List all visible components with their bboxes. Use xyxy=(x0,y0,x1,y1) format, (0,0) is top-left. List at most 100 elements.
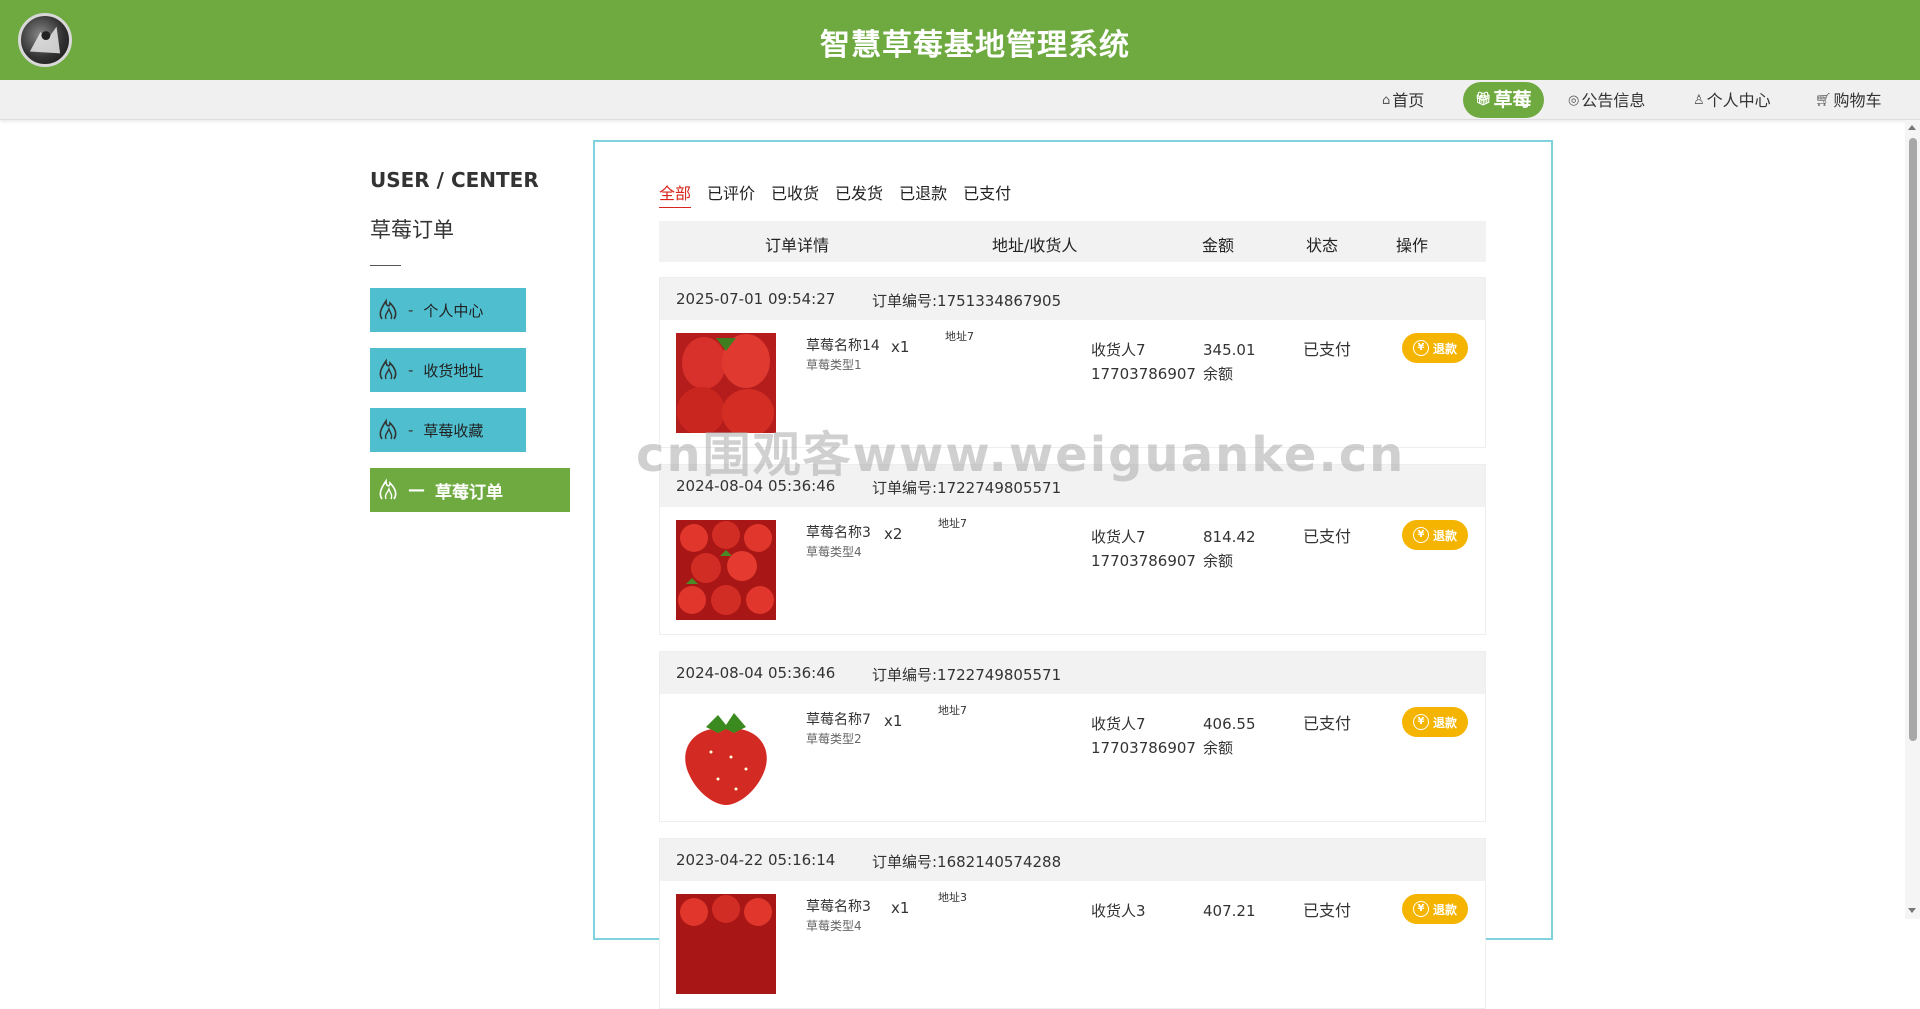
nav-notice[interactable]: ◎ 公告信息 xyxy=(1568,88,1645,114)
column-header: 金额 xyxy=(1202,236,1235,255)
refund-label: 退款 xyxy=(1432,528,1457,543)
user-center-heading: USER / CENTER xyxy=(370,168,539,192)
nav-user-center[interactable]: ♙ 个人中心 xyxy=(1693,88,1771,114)
amount-value: 406.55 xyxy=(1203,715,1256,733)
sidebar-dash: — xyxy=(408,480,425,500)
sidebar-dash: - xyxy=(408,301,414,319)
product-type: 草莓类型1 xyxy=(806,358,862,372)
column-header: 操作 xyxy=(1396,236,1429,255)
refund-button[interactable]: ¥ 退款 xyxy=(1402,520,1468,550)
order-address: 地址3 xyxy=(938,891,967,904)
order-status: 已支付 xyxy=(1303,527,1352,546)
refund-button[interactable]: ¥ 退款 xyxy=(1402,894,1468,924)
refund-button[interactable]: ¥ 退款 xyxy=(1402,707,1468,737)
yen-icon: ¥ xyxy=(1412,340,1429,356)
tab-paid[interactable]: 已支付 xyxy=(963,180,1011,208)
order-number: 订单编号:1722749805571 xyxy=(872,479,1062,497)
amount-value: 814.42 xyxy=(1203,528,1256,546)
receiver-phone: 17703786907 xyxy=(1091,552,1196,570)
site-title: 智慧草莓基地管理系统 xyxy=(820,28,1130,63)
nav-home[interactable]: ⌂ 首页 xyxy=(1382,88,1424,114)
order-card: 2024-08-04 05:36:46 订单编号:1722749805571 草… xyxy=(659,651,1486,822)
sidebar-item-label: 个人中心 xyxy=(423,301,484,320)
order-address: 地址7 xyxy=(945,330,974,343)
product-name[interactable]: 草莓名称7 xyxy=(806,709,871,729)
sidebar-item-address[interactable]: - 收货地址 xyxy=(370,348,526,392)
tab-refunded[interactable]: 已退款 xyxy=(899,180,947,208)
order-header: 2024-08-04 05:36:46 订单编号:1722749805571 xyxy=(660,465,1485,507)
order-date: 2025-07-01 09:54:27 xyxy=(676,290,836,308)
column-header: 地址/收货人 xyxy=(992,236,1078,255)
receiver-info: 收货人7 17703786907 xyxy=(1091,525,1196,573)
product-quantity: x1 xyxy=(891,338,910,356)
product-type: 草莓类型4 xyxy=(806,919,862,933)
receiver-info: 收货人7 17703786907 xyxy=(1091,712,1196,760)
order-status-tabs: 全部 已评价 已收货 已发货 已退款 已支付 xyxy=(659,180,1011,208)
refund-label: 退款 xyxy=(1432,715,1457,730)
sidebar-dash: - xyxy=(408,421,414,439)
product-image[interactable] xyxy=(676,333,776,433)
order-header: 2023-04-22 05:16:14 订单编号:1682140574288 xyxy=(660,839,1485,881)
order-amount: 406.55 余额 xyxy=(1203,712,1256,760)
main-nav: ⌂ 首页 🎁︎ 草莓 ◎ 公告信息 ♙ 个人中心 🛒︎ 购物车 xyxy=(0,80,1920,120)
order-number: 订单编号:1751334867905 xyxy=(872,292,1062,310)
product-name[interactable]: 草莓名称14 xyxy=(806,335,880,355)
order-date: 2023-04-22 05:16:14 xyxy=(676,851,836,869)
refund-button[interactable]: ¥ 退款 xyxy=(1402,333,1468,363)
product-type: 草莓类型2 xyxy=(806,732,862,746)
scroll-up-icon[interactable] xyxy=(1908,125,1916,130)
flame-icon xyxy=(379,418,397,440)
nav-notice-label: 公告信息 xyxy=(1581,91,1646,110)
sidebar-item-profile[interactable]: - 个人中心 xyxy=(370,288,526,332)
user-center-subtitle: 草莓订单 xyxy=(370,218,454,242)
order-number: 订单编号:1682140574288 xyxy=(872,853,1062,871)
payment-method: 余额 xyxy=(1203,552,1234,570)
amount-value: 345.01 xyxy=(1203,341,1256,359)
nav-strawberry[interactable]: 🎁︎ 草莓 xyxy=(1463,82,1544,118)
scroll-down-icon[interactable] xyxy=(1908,908,1916,913)
order-status: 已支付 xyxy=(1303,901,1352,920)
tab-reviewed[interactable]: 已评价 xyxy=(707,180,755,208)
product-image[interactable] xyxy=(676,707,776,807)
product-image[interactable] xyxy=(676,520,776,620)
product-name[interactable]: 草莓名称3 xyxy=(806,522,871,542)
order-date: 2024-08-04 05:36:46 xyxy=(676,477,836,495)
scrollbar-thumb[interactable] xyxy=(1909,138,1917,741)
receiver-name: 收货人7 xyxy=(1091,341,1146,359)
top-header: 智慧草莓基地管理系统 xyxy=(0,0,1920,80)
flame-icon xyxy=(379,358,397,380)
flame-icon xyxy=(379,478,397,500)
nav-cart[interactable]: 🛒︎ 购物车 xyxy=(1815,88,1882,114)
tab-all[interactable]: 全部 xyxy=(659,180,692,208)
order-number: 订单编号:1722749805571 xyxy=(872,666,1062,684)
sidebar-item-orders[interactable]: — 草莓订单 xyxy=(370,468,570,512)
tab-received[interactable]: 已收货 xyxy=(771,180,819,208)
payment-method: 余额 xyxy=(1203,739,1234,757)
order-address: 地址7 xyxy=(938,704,967,717)
user-icon: ♙ xyxy=(1693,93,1705,108)
refund-label: 退款 xyxy=(1432,902,1457,917)
receiver-name: 收货人3 xyxy=(1091,902,1146,920)
cart-icon: 🛒︎ xyxy=(1815,93,1832,108)
product-quantity: x2 xyxy=(884,525,903,543)
order-amount: 345.01 余额 xyxy=(1203,338,1256,386)
tab-shipped[interactable]: 已发货 xyxy=(835,180,883,208)
product-quantity: x1 xyxy=(884,712,903,730)
product-name[interactable]: 草莓名称3 xyxy=(806,896,871,916)
yen-icon: ¥ xyxy=(1412,901,1429,917)
divider xyxy=(370,265,401,266)
sidebar-item-favorites[interactable]: - 草莓收藏 xyxy=(370,408,526,452)
payment-method: 余额 xyxy=(1203,365,1234,383)
palette-icon: ◎ xyxy=(1568,93,1580,108)
order-header: 2024-08-04 05:36:46 订单编号:1722749805571 xyxy=(660,652,1485,694)
product-type: 草莓类型4 xyxy=(806,545,862,559)
order-card: 2023-04-22 05:16:14 订单编号:1682140574288 草… xyxy=(659,838,1486,1009)
amount-value: 407.21 xyxy=(1203,902,1256,920)
sidebar-dash: - xyxy=(408,361,414,379)
orders-table-header: 订单详情 地址/收货人 金额 状态 操作 xyxy=(659,221,1486,262)
flame-icon xyxy=(379,298,397,320)
home-icon: ⌂ xyxy=(1382,93,1391,108)
product-image[interactable] xyxy=(676,894,776,994)
order-amount: 814.42 余额 xyxy=(1203,525,1256,573)
receiver-name: 收货人7 xyxy=(1091,715,1146,733)
